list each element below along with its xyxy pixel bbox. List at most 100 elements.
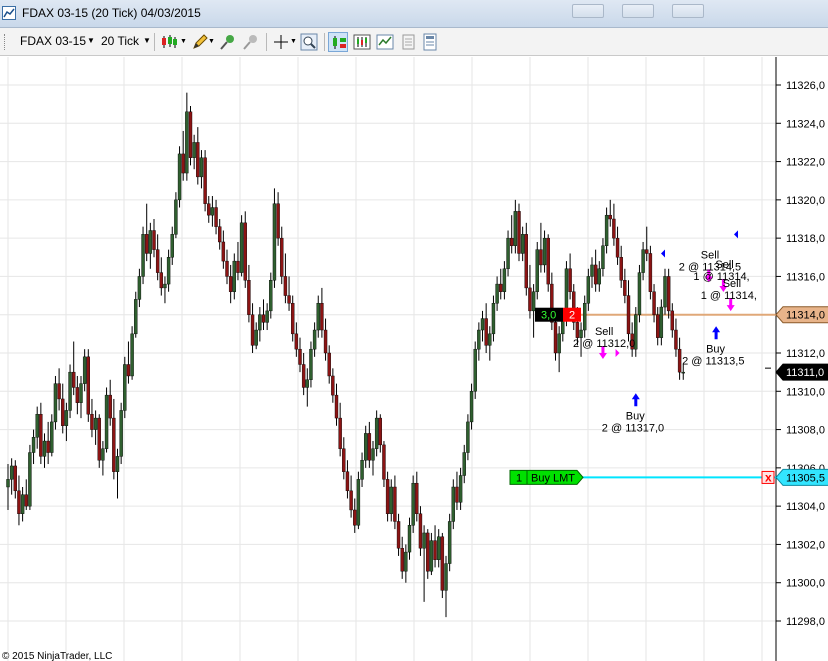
interval-selector[interactable]: 20 Tick (101, 34, 139, 48)
candle-body (247, 280, 251, 315)
candle-body (499, 283, 503, 292)
candle-body (645, 249, 649, 254)
execution-price-label: 2 @ 11313,5 (682, 355, 744, 367)
candle-body (269, 280, 273, 312)
candle-body (24, 494, 28, 507)
execution-side-label: Sell (715, 259, 733, 271)
properties-icon[interactable] (398, 32, 418, 52)
candle-body (291, 303, 295, 335)
toolbar-grip[interactable] (4, 34, 7, 50)
candle-body (203, 157, 207, 204)
candle-body (531, 291, 536, 312)
candle-body (159, 272, 164, 289)
bar-type-dropdown-icon[interactable]: ▼ (180, 38, 187, 45)
pencil-draw-icon[interactable] (190, 32, 210, 52)
interval-dropdown-icon[interactable]: ▼ (143, 34, 151, 48)
candle-body (112, 417, 116, 472)
crosshair-dropdown-icon[interactable]: ▼ (290, 38, 297, 45)
candle-body (97, 417, 101, 461)
bar-type-icon[interactable] (159, 32, 179, 52)
candle-body (331, 375, 335, 396)
candle-body (404, 551, 408, 572)
candle-body (148, 230, 153, 254)
zoom-icon[interactable] (299, 32, 319, 52)
candle-body (82, 356, 87, 384)
chart-app-icon (2, 6, 16, 20)
candle-body (79, 383, 83, 403)
candle-body (437, 536, 441, 560)
candle-body (626, 295, 631, 335)
candle-body (506, 237, 510, 269)
strategy-icon[interactable] (420, 32, 440, 52)
price-chart[interactable]: 11326,0 11324,0 11322,0 11320,0 11318,0 11316… (0, 57, 828, 661)
instrument-dropdown-icon[interactable]: ▼ (87, 34, 95, 48)
candle-body (283, 276, 288, 296)
candle-body (656, 314, 660, 338)
candle-body (301, 364, 306, 388)
candle-body (141, 234, 145, 277)
candle-body (316, 303, 320, 331)
candle-body (276, 203, 280, 239)
candle-body (196, 142, 200, 178)
candle-body (553, 322, 558, 354)
candle-body (418, 513, 423, 549)
window-minimize-button[interactable] (572, 4, 604, 18)
order-quantity-label: 1 (516, 472, 522, 484)
candle-body (426, 532, 430, 572)
candle-body (64, 410, 69, 426)
y-axis-tick-label: 11322,0 (786, 157, 825, 169)
candle-body (601, 245, 605, 269)
chart-panel[interactable]: 11326,0 11324,0 11322,0 11320,0 11318,0 11316… (0, 57, 828, 661)
candle-body (488, 333, 492, 346)
candle-body (20, 494, 25, 514)
candle-body (57, 383, 61, 400)
candle-body (480, 318, 485, 331)
candle-body (170, 234, 174, 258)
window-maximize-button[interactable] (622, 4, 654, 18)
candle-body (50, 421, 54, 453)
candle-body (364, 433, 368, 461)
candle-body (192, 142, 196, 158)
chart-trader-icon[interactable] (328, 32, 348, 52)
candle-body (345, 471, 350, 492)
candle-body (535, 249, 539, 292)
candle-body (46, 440, 50, 453)
candle-body (75, 387, 80, 403)
candle-body (327, 352, 331, 377)
crosshair-icon[interactable] (271, 32, 291, 52)
execution-side-label: Buy (626, 410, 645, 422)
y-axis-tick-label: 11310,0 (786, 386, 825, 398)
candle-body (517, 211, 521, 254)
candle-body (108, 394, 112, 419)
candle-body (360, 460, 364, 480)
candle-body (323, 329, 328, 354)
candle-body (382, 444, 386, 480)
candle-body (338, 417, 342, 449)
candle-body (367, 433, 372, 461)
candle-body (356, 479, 361, 526)
link-icon[interactable] (241, 32, 261, 52)
candle-body (371, 448, 375, 461)
candle-body (239, 222, 244, 273)
y-axis-tick-label: 11326,0 (786, 80, 825, 92)
toolbar-separator (324, 33, 325, 51)
instrument-selector[interactable]: FDAX 03-15 (20, 34, 86, 48)
candle-body (623, 280, 627, 296)
candle-body (666, 276, 671, 312)
candle-body (188, 111, 193, 158)
candle-body (393, 486, 397, 522)
candle-body (42, 440, 47, 457)
candle-body (513, 211, 518, 246)
window-close-button[interactable] (672, 4, 704, 18)
pin-icon[interactable] (218, 32, 238, 52)
indicator-icon[interactable] (375, 32, 395, 52)
candle-body (123, 364, 127, 411)
candle-body (309, 348, 313, 380)
draw-tool-dropdown-icon[interactable]: ▼ (208, 38, 215, 45)
copyright-label: © 2015 NinjaTrader, LLC (2, 651, 112, 661)
window-titlebar: FDAX 03-15 (20 Tick) 04/03/2015 (0, 0, 828, 28)
chart-toolbar: FDAX 03-15 ▼ 20 Tick ▼ ▼ ▼ ▼ (0, 28, 828, 56)
data-box-icon[interactable] (352, 32, 372, 52)
candle-body (429, 540, 434, 572)
candle-body (422, 532, 426, 549)
